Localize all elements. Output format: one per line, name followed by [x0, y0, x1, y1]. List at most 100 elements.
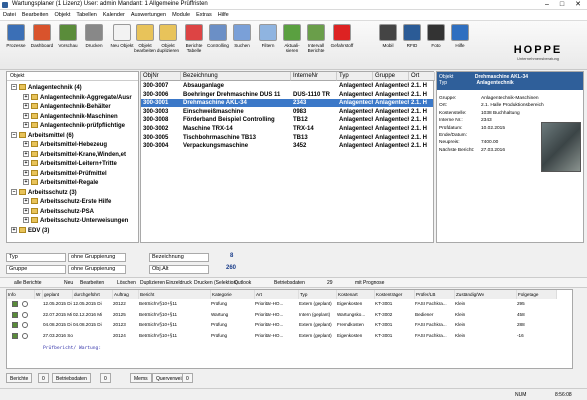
sort-select-1[interactable]: Bezeichnung [149, 253, 209, 262]
collapse-icon[interactable]: – [11, 131, 17, 138]
menu-kalender[interactable]: Kalender [100, 10, 128, 21]
berichte-tabelle-button[interactable]: Berichte Tabelle [182, 24, 206, 53]
expand-icon[interactable]: + [23, 217, 29, 224]
controlling-button[interactable]: Controlling [206, 24, 230, 48]
sort-select-2[interactable]: Obj.Alt [149, 265, 209, 274]
report-column-header[interactable]: Prüfer/LB [415, 290, 455, 299]
menu-objekt[interactable]: Objekt [51, 10, 73, 21]
expand-icon[interactable]: + [23, 160, 29, 167]
report-column-header[interactable]: Art [255, 290, 299, 299]
neu-objekt-button[interactable]: Neu Objekt [110, 24, 134, 48]
report-column-header[interactable]: durchgeführt [73, 290, 113, 299]
menu-bearbeiten[interactable]: Bearbeiten [19, 10, 52, 21]
tree-node[interactable]: + Anlagentechnik-Behälter [23, 103, 111, 111]
report-column-header[interactable]: Auftrag [113, 290, 139, 299]
expand-icon[interactable]: + [23, 103, 29, 110]
report-column-header[interactable]: Folgetage [517, 290, 557, 299]
report-check-icon[interactable] [12, 332, 18, 339]
tree-node[interactable]: + Arbeitsmittel-Hebezeug [23, 141, 107, 149]
column-header-ort[interactable]: Ort [409, 72, 435, 81]
tree-node[interactable]: – Anlagentechnik (4) [11, 84, 82, 92]
minimize-button[interactable]: – [540, 0, 554, 9]
column-header-bezeichnung[interactable]: Bezeichnung [181, 72, 291, 81]
tab-3[interactable]: 0 [100, 373, 111, 383]
table-row[interactable]: 300-3002 Maschine TRX-14 TRX-14 Anlagentech… [141, 125, 433, 133]
group-select-1[interactable]: ohne Gruppierung [68, 253, 126, 262]
column-header-gruppe[interactable]: Gruppe [373, 72, 409, 81]
tree-node[interactable]: + Arbeitsschutz-Unterweisungen [23, 217, 128, 225]
report-column-header[interactable]: Kostenart [337, 290, 375, 299]
objekt-duplizieren-button[interactable]: Objekt duplizieren [156, 24, 180, 53]
rfid-button[interactable]: RFID [400, 24, 424, 48]
menu-datei[interactable]: Datei [0, 10, 19, 21]
report-tool-3[interactable]: Löschen [117, 279, 136, 288]
tree-node[interactable]: + Arbeitsschutz-Erste Hilfe [23, 198, 111, 206]
table-row[interactable]: 300-3005 Tischbohrmaschine TB13 TB13 Anlage… [141, 134, 433, 142]
expand-icon[interactable]: + [23, 141, 29, 148]
aktuali-sieren-button[interactable]: Aktuali- sieren [280, 24, 304, 53]
tree-node[interactable]: + Anlagentechnik-prüfpflichtige [23, 122, 125, 130]
menu-extras[interactable]: Extras [193, 10, 215, 21]
object-grid[interactable]: ObjNr Bezeichnung InterneNr Typ Gruppe Ort 300… [140, 71, 435, 243]
tree-node[interactable]: + Arbeitsmittel-Krane,Winden,et [23, 150, 126, 159]
expand-icon[interactable]: + [23, 179, 29, 186]
mobil-button[interactable]: Mobil [376, 24, 400, 48]
table-row[interactable]: 300-3003 Einschweißmaschine 0983 Anlagentec… [141, 108, 433, 116]
tab-4[interactable]: Mems [130, 373, 152, 383]
expand-icon[interactable]: + [23, 93, 29, 100]
report-tool-8[interactable]: Betriebsdaten [274, 279, 305, 288]
object-tree[interactable]: Objekt – Anlagentechnik (4) + Anlagentechni… [6, 71, 139, 243]
report-tool-1[interactable]: Neu [64, 279, 73, 288]
column-header-internenr[interactable]: InterneNr [291, 72, 337, 81]
suchen-button[interactable]: Suchen [230, 24, 254, 48]
expand-icon[interactable]: + [23, 122, 29, 129]
close-button[interactable]: ✕ [571, 0, 585, 9]
table-row[interactable]: 300-3006 Boehringer Drehmaschine DUS 11 DU… [141, 91, 433, 99]
report-check-icon[interactable] [12, 311, 18, 318]
column-header-objnr[interactable]: ObjNr [141, 72, 181, 81]
report-check-icon[interactable] [12, 322, 18, 328]
table-row[interactable]: 300-3004 Verpackungsmaschine 3452 Anlagente… [141, 142, 433, 150]
table-row[interactable]: 300-3001 Drehmaschine AKL-34 2343 Anlagente… [141, 99, 433, 108]
objekt-bearbeiten-button[interactable]: Objekt bearbeiten [133, 24, 157, 53]
tree-node[interactable]: + Arbeitsmittel-Prüfmittel [23, 169, 107, 178]
report-column-header[interactable]: Info [7, 290, 35, 299]
report-grid[interactable]: Info Wgeplant durchgeführt Auftrag Bericht Ka… [6, 289, 573, 369]
report-column-header[interactable]: Bericht [139, 290, 211, 299]
tree-node[interactable]: + Anlagentechnik-Maschinen [23, 112, 118, 121]
table-row[interactable]: 300-3008 Förderband Beispiel Controlling T… [141, 116, 433, 124]
tree-node[interactable]: + EDV (3) [11, 226, 49, 235]
tree-node[interactable]: – Arbeitsschutz (3) [11, 188, 77, 197]
tree-node[interactable]: + Arbeitsmittel-Leitern+Tritte [23, 160, 117, 168]
menu-auswertungen[interactable]: Auswertungen [128, 10, 169, 21]
group-select-2[interactable]: ohne Gruppierung [68, 265, 126, 274]
report-tool-10[interactable]: mit Prognose [355, 279, 384, 288]
report-tool-6[interactable]: Drucken (Selektion) [194, 279, 238, 288]
collapse-icon[interactable]: – [11, 84, 17, 91]
dashboard-button[interactable]: Dashboard [30, 24, 54, 48]
filter-gruppe[interactable]: Gruppe [6, 265, 66, 274]
report-column-header[interactable]: W [35, 290, 43, 299]
report-check-icon[interactable] [12, 301, 18, 307]
gefahrstoff-button[interactable]: Gefahrstoff [330, 24, 354, 48]
report-tool-2[interactable]: Bearbeiten [80, 279, 104, 288]
report-tool-4[interactable]: Duplizieren [140, 279, 165, 288]
menu-tabellen[interactable]: Tabellen [73, 10, 100, 21]
report-tool-5[interactable]: Einzeldruck [166, 279, 192, 288]
menu-hilfe[interactable]: Hilfe [215, 10, 232, 21]
report-tool-7[interactable]: Outlook [234, 279, 251, 288]
expand-icon[interactable]: + [23, 169, 29, 176]
column-header-typ[interactable]: Typ [337, 72, 373, 81]
filtern-button[interactable]: Filtern [256, 24, 280, 48]
expand-icon[interactable]: + [23, 150, 29, 157]
tab-1[interactable]: 0 [38, 373, 49, 383]
filter-typ[interactable]: Typ [6, 253, 66, 262]
report-column-header[interactable]: geplant [43, 290, 73, 299]
hilfe-button[interactable]: Hilfe [448, 24, 472, 48]
tab-0[interactable]: Berichte [6, 373, 33, 383]
intervall-berichte-button[interactable]: Intervall Berichte [304, 24, 328, 53]
tab-2[interactable]: Betriebsdaten [52, 373, 91, 383]
report-column-header[interactable]: Kostenträger [375, 290, 415, 299]
expand-icon[interactable]: + [11, 226, 17, 233]
report-column-header[interactable]: Typ [299, 290, 337, 299]
